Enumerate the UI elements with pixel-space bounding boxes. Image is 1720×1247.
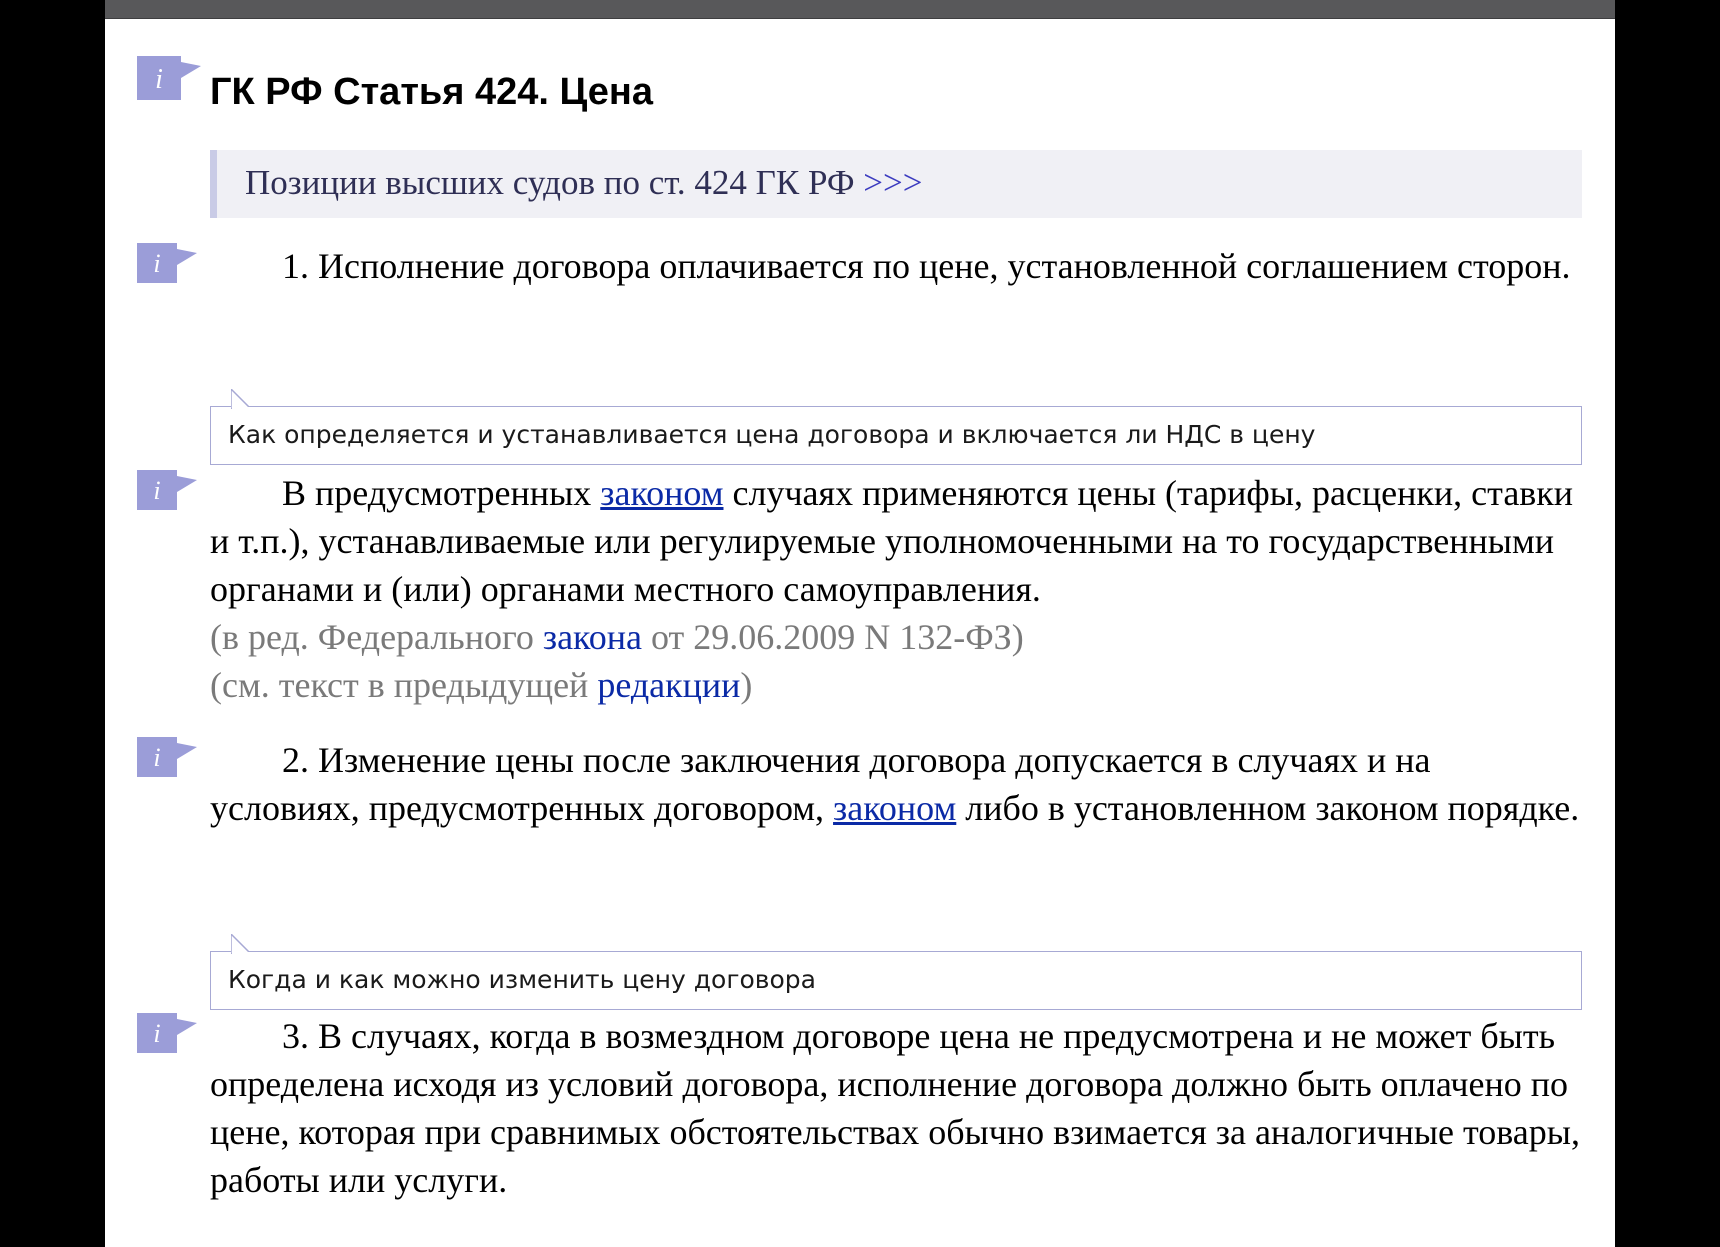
- paragraph-4-text: 3. В случаях, когда в возмездном договор…: [210, 1016, 1580, 1200]
- paragraph-1-text: 1. Исполнение договора оплачивается по ц…: [282, 246, 1571, 286]
- document-page: i ГК РФ Статья 424. Цена Позиции высших …: [105, 19, 1615, 1247]
- info-flag-icon[interactable]: i: [137, 243, 201, 283]
- paragraph-3: 2. Изменение цены после заключения догов…: [210, 736, 1585, 832]
- paragraph-1: 1. Исполнение договора оплачивается по ц…: [210, 242, 1585, 290]
- info-flag-icon[interactable]: i: [137, 56, 201, 100]
- svg-text:i: i: [153, 1019, 160, 1048]
- edition-note-pre: (в ред. Федерального: [210, 617, 543, 657]
- svg-text:i: i: [155, 64, 163, 95]
- court-positions-link[interactable]: >>>: [863, 163, 922, 202]
- callout-price-change-text: Когда и как можно изменить цену договора: [228, 965, 816, 994]
- callout-price-change[interactable]: Когда и как можно изменить цену договора: [210, 934, 1582, 1010]
- previous-edition-link[interactable]: редакции: [597, 665, 740, 705]
- law-link[interactable]: законом: [600, 473, 723, 513]
- previous-edition-note: (см. текст в предыдущей редакции): [210, 665, 752, 705]
- svg-text:i: i: [153, 476, 160, 505]
- svg-text:i: i: [153, 249, 160, 278]
- previous-edition-pre: (см. текст в предыдущей: [210, 665, 598, 705]
- callout-price-determination[interactable]: Как определяется и устанавливается цена …: [210, 389, 1582, 465]
- window-top-bar: [105, 0, 1615, 19]
- edition-note-post: от 29.06.2009 N 132-ФЗ): [641, 617, 1024, 657]
- info-flag-icon[interactable]: i: [137, 470, 201, 510]
- article-title: ГК РФ Статья 424. Цена: [210, 71, 653, 113]
- edition-note: (в ред. Федерального закона от 29.06.200…: [210, 617, 1024, 657]
- court-positions-text: Позиции высших судов по ст. 424 ГК РФ: [245, 163, 855, 202]
- info-flag-icon[interactable]: i: [137, 1013, 201, 1053]
- info-flag-icon[interactable]: i: [137, 737, 201, 777]
- paragraph-2-pre: В предусмотренных: [282, 473, 601, 513]
- paragraph-2: В предусмотренных законом случаях примен…: [210, 469, 1585, 709]
- court-positions-banner[interactable]: Позиции высших судов по ст. 424 ГК РФ >>…: [210, 150, 1582, 218]
- callout-tail: [231, 934, 254, 954]
- law-link-2[interactable]: законом: [833, 788, 956, 828]
- callout-price-determination-text: Как определяется и устанавливается цена …: [228, 420, 1316, 449]
- previous-edition-post: ): [740, 665, 753, 705]
- svg-text:i: i: [153, 743, 160, 772]
- paragraph-3-post: либо в установленном законом порядке.: [956, 788, 1580, 828]
- paragraph-4: 3. В случаях, когда в возмездном договор…: [210, 1012, 1585, 1204]
- callout-tail: [231, 389, 254, 409]
- federal-law-link[interactable]: закона: [543, 617, 642, 657]
